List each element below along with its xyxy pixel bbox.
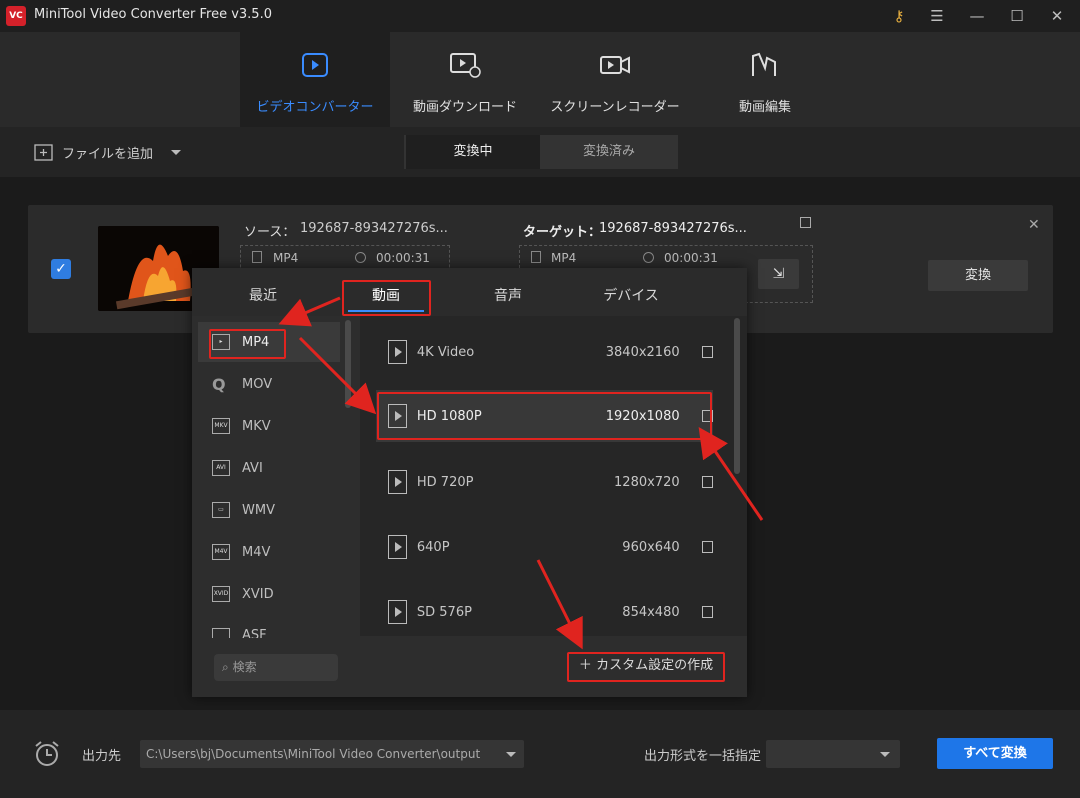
output-path-value: C:\Users\bj\Documents\MiniTool Video Con… bbox=[146, 747, 481, 761]
chevron-down-icon bbox=[880, 752, 890, 757]
batch-format-label: 出力形式を一括指定 bbox=[644, 749, 762, 764]
output-label: 出力先 bbox=[82, 749, 122, 764]
batch-format-select[interactable] bbox=[766, 740, 900, 768]
arrow-from-right bbox=[698, 427, 764, 521]
output-path-select[interactable]: C:\Users\bj\Documents\MiniTool Video Con… bbox=[140, 740, 524, 768]
alarm-clock-icon[interactable] bbox=[33, 740, 61, 768]
convert-all-button[interactable]: すべて変換 bbox=[937, 738, 1053, 769]
chevron-down-icon bbox=[506, 752, 516, 757]
arrow-to-mp4 bbox=[278, 296, 341, 327]
annotation-arrows bbox=[278, 296, 764, 650]
bottom-bar: 出力先 C:\Users\bj\Documents\MiniTool Video… bbox=[0, 710, 1080, 798]
arrow-to-custom bbox=[536, 559, 583, 650]
arrow-to-1080p bbox=[298, 336, 377, 415]
